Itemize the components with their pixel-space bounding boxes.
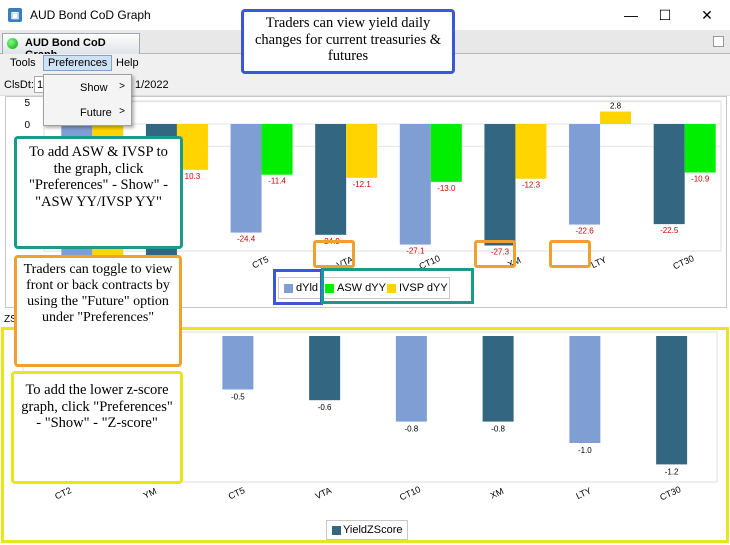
bar-ct5-dyld bbox=[230, 124, 262, 233]
date-text: 1/2022 bbox=[135, 79, 169, 91]
menu-item-show[interactable]: Show > bbox=[44, 76, 131, 100]
x-tick-label: LTY bbox=[590, 254, 609, 270]
bar-xm-ivsp-dyy bbox=[515, 124, 547, 179]
menu-item-future-label: Future bbox=[80, 107, 112, 119]
data-label: -22.6 bbox=[575, 227, 594, 236]
submenu-arrow-icon: > bbox=[119, 106, 125, 117]
status-dot-icon bbox=[7, 38, 18, 49]
vta-highlight bbox=[313, 240, 355, 268]
data-label: -10.9 bbox=[691, 175, 710, 184]
bar-xm-dyld bbox=[484, 124, 516, 246]
bar-vta-ivsp-dyy bbox=[346, 124, 378, 178]
window-title: AUD Bond CoD Graph bbox=[30, 8, 151, 22]
maximize-button[interactable]: ☐ bbox=[650, 5, 680, 25]
y-tick-label: 0 bbox=[24, 120, 30, 131]
data-label: 10.3 bbox=[185, 172, 201, 181]
bar-ct5-asw-dyy bbox=[261, 124, 293, 175]
clsdt-label: ClsDt: bbox=[4, 79, 34, 91]
bar-ct30-dyld bbox=[653, 124, 685, 225]
callout-yield-changes: Traders can view yield daily changes for… bbox=[241, 9, 455, 74]
app-icon: ▣ bbox=[8, 8, 22, 22]
data-label: -11.4 bbox=[268, 177, 286, 186]
callout-add-asw-ivsp: To add ASW & IVSP to the graph, click "P… bbox=[14, 136, 183, 249]
x-tick-label: CT5 bbox=[250, 254, 270, 270]
legend-swatch-zscore bbox=[332, 526, 341, 535]
y-tick-label: 5 bbox=[24, 98, 30, 109]
menu-tools[interactable]: Tools bbox=[6, 56, 40, 70]
menu-preferences[interactable]: Preferences bbox=[43, 55, 113, 71]
bar-ct10-asw-dyy bbox=[430, 124, 462, 182]
data-label: -22.5 bbox=[660, 226, 679, 235]
bar-ct30-asw-dyy bbox=[684, 124, 716, 173]
menu-item-future[interactable]: Future > bbox=[44, 101, 131, 125]
lty-highlight bbox=[549, 240, 591, 268]
data-label: -12.1 bbox=[353, 180, 372, 189]
callout-toggle-future: Traders can toggle to view front or back… bbox=[14, 255, 182, 367]
bar-ct10-dyld bbox=[399, 124, 431, 245]
preferences-dropdown: Show > Future > bbox=[43, 74, 132, 126]
callout-add-zscore: To add the lower z-score graph, click "P… bbox=[11, 371, 183, 484]
close-button[interactable]: ✕ bbox=[692, 5, 722, 25]
x-tick-label: CT30 bbox=[671, 253, 695, 271]
bar-lty-ivsp-dyy bbox=[600, 111, 632, 124]
bar-lty-dyld bbox=[569, 124, 601, 225]
submenu-arrow-icon: > bbox=[119, 81, 125, 92]
minimize-button[interactable]: — bbox=[616, 5, 646, 25]
asw-ivsp-legend-highlight bbox=[321, 268, 474, 304]
data-label: -27.1 bbox=[406, 247, 425, 256]
menu-item-show-label: Show bbox=[80, 82, 108, 94]
data-label: -13.0 bbox=[437, 184, 456, 193]
restore-panel-icon[interactable] bbox=[713, 36, 724, 47]
data-label: -24.4 bbox=[237, 235, 256, 244]
dyld-legend-highlight bbox=[273, 269, 323, 305]
bar-vta-dyld bbox=[315, 124, 347, 235]
legend-label-zscore: YieldZScore bbox=[343, 524, 403, 536]
menu-help[interactable]: Help bbox=[112, 56, 143, 70]
zscore-legend: YieldZScore bbox=[326, 520, 408, 540]
xm-highlight bbox=[474, 240, 516, 268]
data-label: 2.8 bbox=[610, 102, 622, 111]
tab-aud-bond-cod-graph[interactable]: AUD Bond CoD Graph bbox=[2, 33, 140, 61]
data-label: -12.3 bbox=[522, 181, 541, 190]
